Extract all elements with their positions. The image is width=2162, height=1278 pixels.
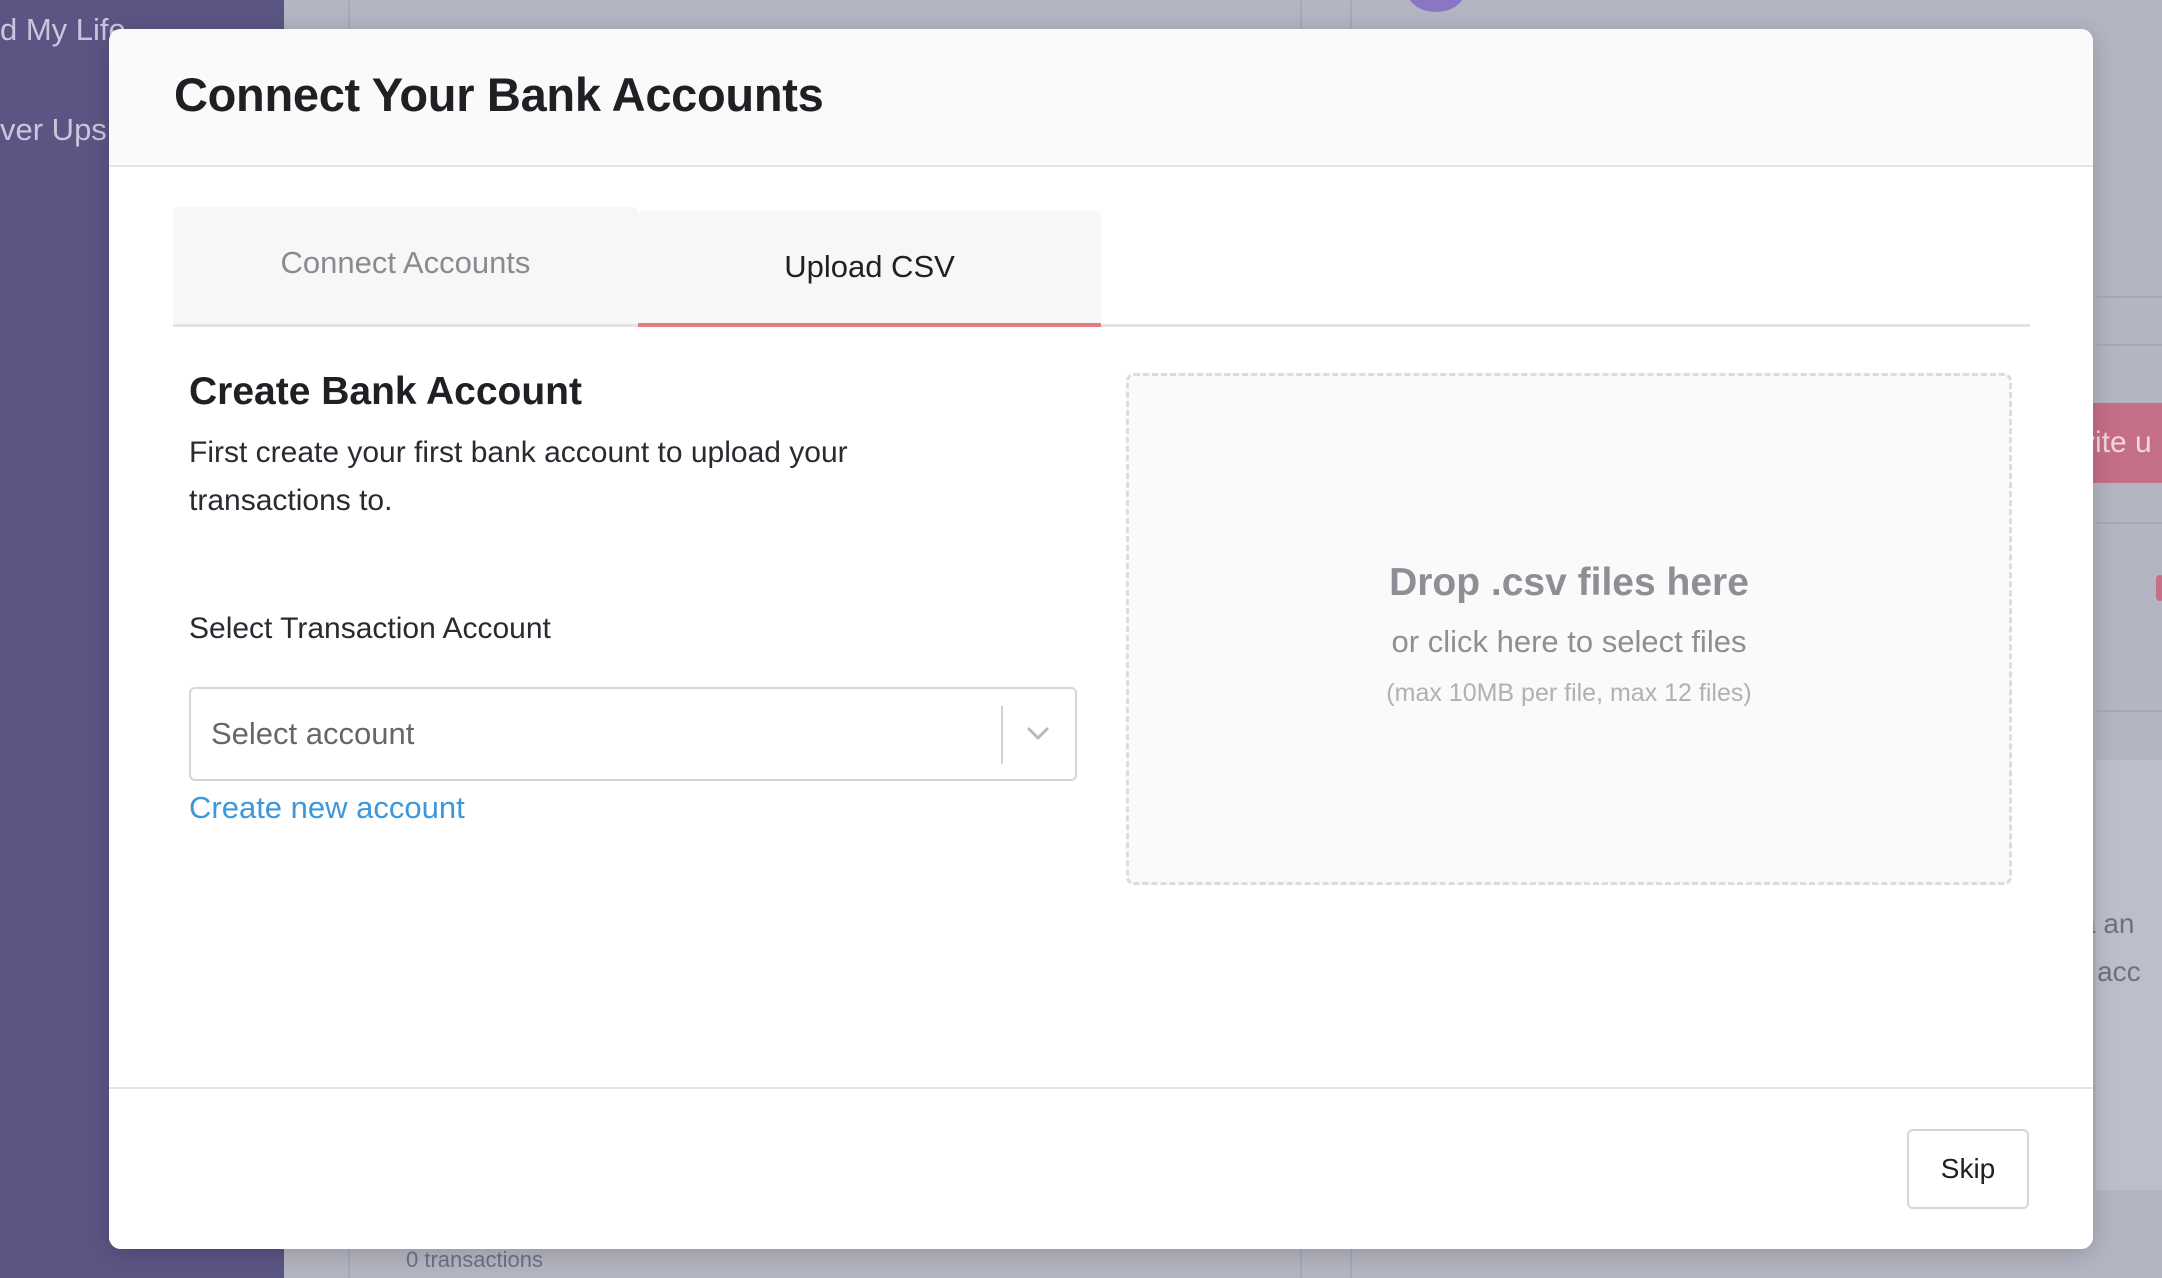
- background-divider: [2096, 710, 2162, 712]
- section-title: Create Bank Account: [189, 370, 582, 413]
- tab-label: Upload CSV: [784, 249, 955, 284]
- modal-footer: Skip: [109, 1087, 2093, 1249]
- select-placeholder: Select account: [211, 716, 415, 751]
- create-account-section: Create Bank Account First create your fi…: [189, 369, 1079, 825]
- dropzone-hint: (max 10MB per file, max 12 files): [1386, 679, 1752, 707]
- csv-dropzone[interactable]: Drop .csv files here or click here to se…: [1126, 373, 2012, 885]
- tab-connect-accounts[interactable]: Connect Accounts: [173, 207, 638, 324]
- tab-baseline: [173, 324, 2030, 327]
- background-divider: [2096, 296, 2162, 298]
- tab-upload-csv[interactable]: Upload CSV: [638, 211, 1101, 327]
- connect-bank-modal: Connect Your Bank Accounts Connect Accou…: [109, 29, 2093, 1249]
- chevron-down-icon[interactable]: [1019, 711, 1057, 757]
- modal-title: Connect Your Bank Accounts: [174, 68, 824, 121]
- modal-header: Connect Your Bank Accounts: [109, 29, 2093, 167]
- background-divider: [2096, 522, 2162, 524]
- skip-button[interactable]: Skip: [1907, 1129, 2029, 1209]
- dropzone-title: Drop .csv files here: [1389, 561, 1749, 604]
- select-separator: [1001, 706, 1003, 764]
- create-new-account-link[interactable]: Create new account: [189, 790, 465, 826]
- tab-bar: Connect Accounts Upload CSV: [173, 207, 2030, 327]
- background-transactions-count: 0 transactions: [406, 1247, 543, 1272]
- section-description: First create your first bank account to …: [189, 436, 848, 517]
- background-divider: [2096, 344, 2162, 346]
- background-sidebar-item: d My Life: [0, 12, 126, 47]
- select-account-dropdown[interactable]: Select account: [189, 687, 1077, 781]
- dropzone-subtitle: or click here to select files: [1391, 624, 1747, 659]
- tab-label: Connect Accounts: [280, 244, 531, 280]
- background-sidebar-item: ver Ups: [0, 112, 107, 147]
- select-account-label: Select Transaction Account: [189, 612, 551, 645]
- background-indicator: [2156, 575, 2162, 601]
